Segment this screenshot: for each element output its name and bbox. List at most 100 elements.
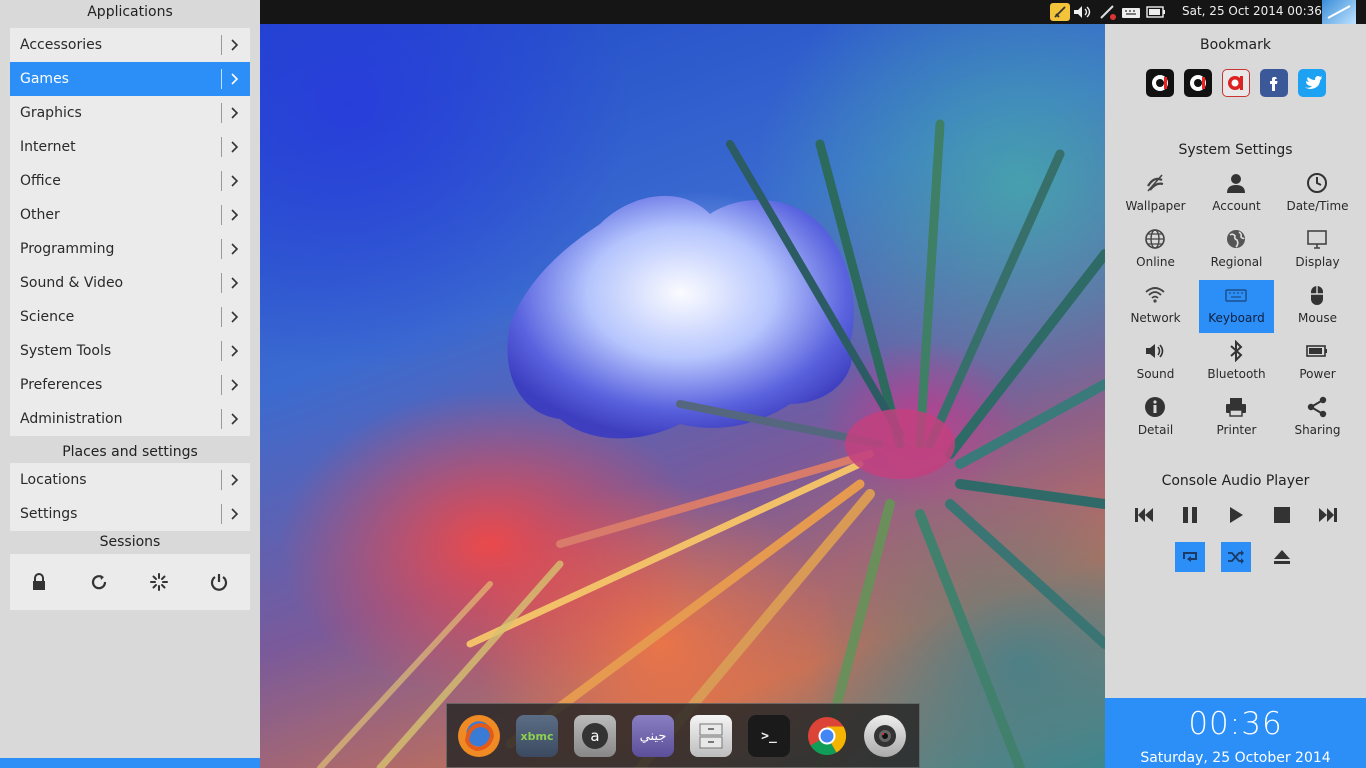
category-other[interactable]: Other [10,198,250,232]
chrome-icon[interactable] [806,715,848,757]
setting-mouse[interactable]: Mouse [1280,280,1355,333]
pause-icon[interactable] [1175,500,1205,530]
jini-icon[interactable]: جيني [632,715,674,757]
divider [221,137,222,157]
chevron-right-icon[interactable] [228,106,240,120]
next-icon[interactable] [1313,500,1343,530]
setting-label: Mouse [1298,311,1337,325]
setting-sound[interactable]: Sound [1118,336,1193,389]
category-office[interactable]: Office [10,164,250,198]
setting-power[interactable]: Power [1280,336,1355,389]
setting-network[interactable]: Network [1118,280,1193,333]
category-system-tools[interactable]: System Tools [10,334,250,368]
setting-date-time[interactable]: Date/Time [1280,168,1355,221]
setting-display[interactable]: Display [1280,224,1355,277]
shuffle-icon[interactable] [1221,542,1251,572]
setting-sharing[interactable]: Sharing [1280,392,1355,445]
battery-icon [1306,345,1327,357]
bookmark-o-icon[interactable] [1146,69,1174,97]
power-icon[interactable] [209,572,229,592]
account-icon [1227,174,1245,193]
chevron-right-icon[interactable] [228,473,240,487]
terminal-icon[interactable]: >_ [748,715,790,757]
setting-regional[interactable]: Regional [1199,224,1274,277]
repeat-icon[interactable] [1175,542,1205,572]
setting-account[interactable]: Account [1199,168,1274,221]
refresh-icon[interactable] [89,572,109,592]
chevron-right-icon[interactable] [228,208,240,222]
facebook-icon[interactable] [1260,69,1288,97]
chevron-right-icon[interactable] [228,310,240,324]
previous-icon[interactable] [1129,500,1159,530]
setting-online[interactable]: Online [1118,224,1193,277]
place-locations[interactable]: Locations [10,463,250,497]
stop-icon[interactable] [1267,500,1297,530]
topbar-datetime[interactable]: Sat, 25 Oct 2014 00:36 [1182,4,1322,18]
setting-label: Keyboard [1208,311,1265,325]
applications-menu: Applications Accessories Games Graphics … [0,0,260,768]
chevron-right-icon[interactable] [228,344,240,358]
category-science[interactable]: Science [10,300,250,334]
menu-bottom-strip [0,758,260,768]
network-icon[interactable] [1098,3,1118,21]
divider [221,239,222,259]
category-programming[interactable]: Programming [10,232,250,266]
clock-time: 00:36 [1188,706,1283,742]
sessions-title: Sessions [99,534,161,550]
setting-detail[interactable]: Detail [1118,392,1193,445]
category-games[interactable]: Games [10,62,250,96]
speaker-icon [1146,344,1164,358]
category-label: Sound & Video [20,275,124,291]
category-label: Accessories [20,37,103,53]
category-accessories[interactable]: Accessories [10,28,250,62]
category-sound-video[interactable]: Sound & Video [10,266,250,300]
bookmark-o-icon[interactable] [1184,69,1212,97]
setting-keyboard[interactable]: Keyboard [1199,280,1274,333]
category-label: Internet [20,139,76,155]
chevron-right-icon[interactable] [228,276,240,290]
suspend-icon[interactable] [149,572,169,592]
amarok-icon[interactable]: a [574,715,616,757]
desktop-wallpaper [260,24,1105,768]
battery-icon[interactable] [1145,3,1167,21]
setting-label: Regional [1210,255,1263,269]
eject-icon[interactable] [1267,542,1297,572]
chevron-right-icon[interactable] [228,140,240,154]
setting-printer[interactable]: Printer [1199,392,1274,445]
lock-icon[interactable] [29,572,49,592]
keyboard-icon[interactable] [1120,3,1142,21]
printer-icon [1226,398,1246,417]
camera-icon[interactable] [864,715,906,757]
wifi-icon [1145,287,1165,303]
volume-icon[interactable] [1072,3,1094,21]
chevron-right-icon[interactable] [228,242,240,256]
setting-label: Power [1299,367,1336,381]
setting-bluetooth[interactable]: Bluetooth [1199,336,1274,389]
chevron-right-icon[interactable] [228,174,240,188]
divider [221,35,222,55]
divider [221,409,222,429]
note-icon[interactable] [1050,3,1070,21]
setting-wallpaper[interactable]: Wallpaper [1118,168,1193,221]
xbmc-icon[interactable]: xbmc [516,715,558,757]
play-icon[interactable] [1221,500,1251,530]
chevron-right-icon[interactable] [228,378,240,392]
chevron-right-icon[interactable] [228,412,240,426]
dock: xbmc a جيني >_ [446,703,920,768]
twitter-icon[interactable] [1298,69,1326,97]
firefox-icon[interactable] [458,715,500,757]
category-administration[interactable]: Administration [10,402,250,436]
chevron-right-icon[interactable] [228,507,240,521]
file-manager-icon[interactable] [690,715,732,757]
category-graphics[interactable]: Graphics [10,96,250,130]
chevron-right-icon[interactable] [228,38,240,52]
place-settings[interactable]: Settings [10,497,250,531]
category-internet[interactable]: Internet [10,130,250,164]
avatar-icon[interactable] [1322,0,1356,24]
setting-label: Sound [1136,367,1175,381]
chevron-right-icon[interactable] [228,72,240,86]
bookmark-o-red-icon[interactable] [1222,69,1250,97]
bluetooth-icon [1230,340,1243,362]
terminal-label: >_ [761,728,777,744]
category-preferences[interactable]: Preferences [10,368,250,402]
